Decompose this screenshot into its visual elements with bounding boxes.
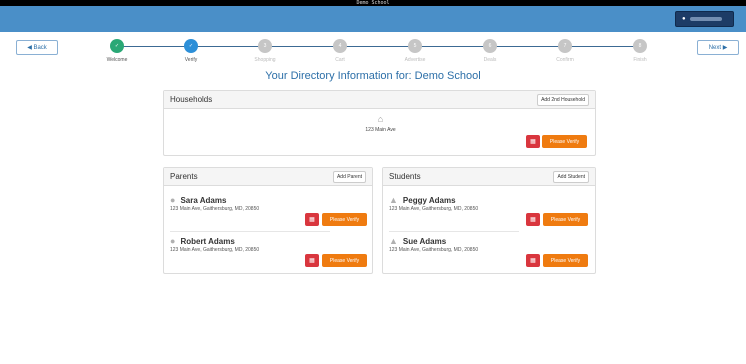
trash-icon: ▦: [530, 217, 536, 223]
verify-student-button[interactable]: Please Verify: [543, 254, 588, 267]
divider: [389, 231, 519, 232]
user-name-redacted: [689, 17, 722, 21]
check-icon: ✓: [110, 39, 124, 53]
step-confirm: 7 Confirm: [545, 39, 585, 63]
list-item: ▲ Sue Adams 123 Main Ave, Gaithersburg, M…: [389, 236, 479, 253]
delete-household-button[interactable]: ▦: [526, 135, 540, 148]
step-verify: ✓ Verify: [171, 39, 211, 63]
parents-title: Parents: [170, 172, 198, 181]
add-parent-button[interactable]: Add Parent: [332, 170, 366, 183]
home-icon: ⌂: [377, 114, 384, 124]
trash-icon: ▦: [309, 217, 315, 223]
step-deals: 6 Deals: [470, 39, 510, 63]
delete-parent-button[interactable]: ▦: [305, 213, 319, 226]
step-cart: 4 Cart: [320, 39, 360, 63]
delete-student-button[interactable]: ▦: [526, 254, 540, 267]
students-panel: Students Add Student ▲ Peggy Adams 123 Ma…: [382, 167, 596, 274]
verify-student-button[interactable]: Please Verify: [543, 213, 588, 226]
graduation-cap-icon: ▲: [389, 236, 398, 246]
verify-parent-button[interactable]: Please Verify: [322, 254, 367, 267]
households-panel: Households Add 2nd Household ⌂ 123 Main …: [163, 90, 596, 156]
verify-parent-button[interactable]: Please Verify: [322, 213, 367, 226]
back-button[interactable]: ◀ Back: [16, 40, 58, 55]
step-shopping: 3 Shopping: [245, 39, 285, 63]
household-address: 123 Main Ave: [365, 127, 396, 133]
page-title: Your Directory Information for: Demo Sch…: [265, 70, 481, 82]
students-title: Students: [389, 172, 421, 181]
list-item: ● Robert Adams 123 Main Ave, Gaithersburg…: [170, 236, 260, 253]
add-household-button[interactable]: Add 2nd Household: [537, 93, 589, 106]
top-bar: [0, 6, 746, 32]
divider: [170, 231, 330, 232]
progress-stepper: ✓ Welcome ✓ Verify 3 Shopping 4 Cart 5 A…: [100, 37, 660, 65]
person-icon: ●: [170, 195, 176, 205]
delete-parent-button[interactable]: ▦: [305, 254, 319, 267]
person-icon: ●: [170, 236, 176, 246]
verify-household-button[interactable]: Please Verify: [542, 135, 587, 148]
step-finish: 8 Finish: [620, 39, 660, 63]
user-icon: ●: [682, 16, 686, 22]
households-title: Households: [170, 95, 213, 104]
delete-student-button[interactable]: ▦: [526, 213, 540, 226]
trash-icon: ▦: [309, 258, 315, 264]
step-welcome: ✓ Welcome: [97, 39, 137, 63]
parents-panel: Parents Add Parent ● Sara Adams 123 Main …: [163, 167, 373, 274]
check-icon: ✓: [184, 39, 198, 53]
list-item: ▲ Peggy Adams 123 Main Ave, Gaithersburg,…: [389, 195, 479, 212]
trash-icon: ▦: [530, 139, 536, 145]
add-student-button[interactable]: Add Student: [553, 170, 589, 183]
trash-icon: ▦: [530, 258, 536, 264]
user-menu-button[interactable]: ●: [675, 11, 734, 27]
next-button[interactable]: Next ▶: [697, 40, 739, 55]
list-item: ● Sara Adams 123 Main Ave, Gaithersburg, …: [170, 195, 260, 212]
step-advertise: 5 Advertise: [395, 39, 435, 63]
graduation-cap-icon: ▲: [389, 195, 398, 205]
